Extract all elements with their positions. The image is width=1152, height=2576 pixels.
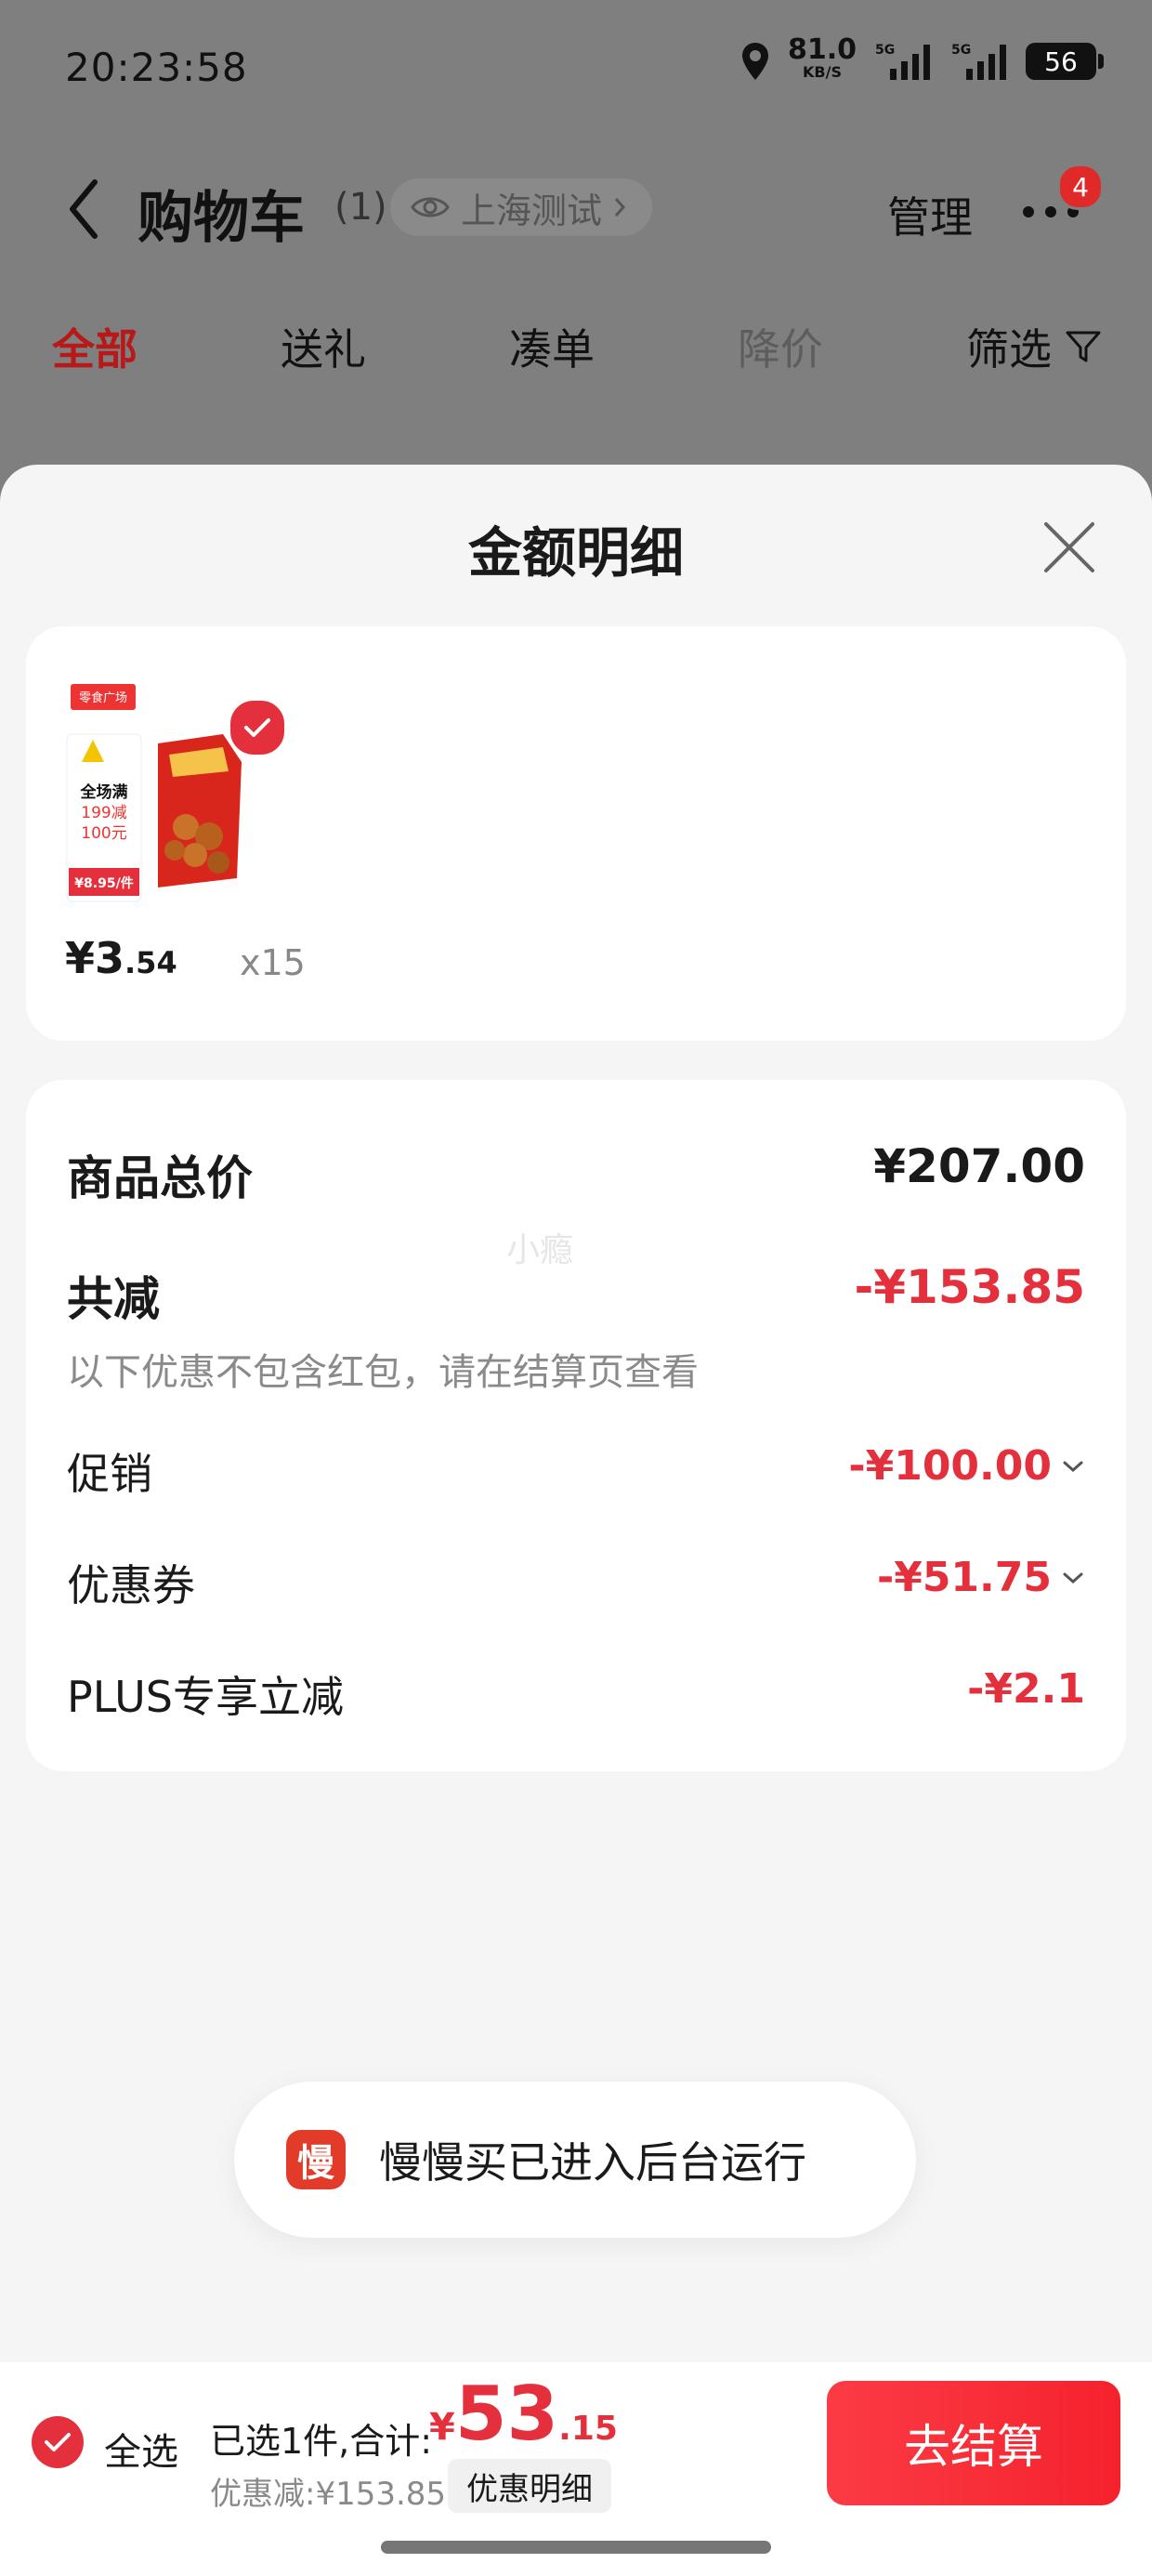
filter-icon [1066,331,1101,362]
select-all-checkbox[interactable] [32,2416,84,2468]
tab-filter-label: 筛选 [966,324,1052,375]
promotion-label: 促销 [67,1449,152,1499]
checkout-button[interactable]: 去结算 [827,2381,1120,2505]
home-indicator[interactable] [381,2541,771,2554]
package-promo-3: 100元 [81,824,126,843]
cart-count: (1) [334,186,387,229]
chevron-right-icon [614,198,626,217]
tab-gift[interactable]: 送礼 [281,316,366,377]
total-price-label: 商品总价 [67,1151,253,1205]
toast: 慢 慢慢买已进入后台运行 [234,2082,916,2238]
signal-icon-2: 5G [951,43,1006,80]
location-label: 上海测试 [461,190,603,231]
package-promo-2: 199减 [81,804,126,822]
tab-all[interactable]: 全部 [52,316,137,377]
notification-badge: 4 [1057,164,1104,210]
app-icon: 慢 [286,2130,346,2189]
discount-note: 以下优惠不包含红包，请在结算页查看 [67,1351,699,1394]
package-brand: 零食广场 [79,690,127,705]
back-icon[interactable] [65,177,102,242]
close-icon[interactable] [1039,517,1100,578]
select-all-label[interactable]: 全选 [104,2422,178,2476]
package-promo-1: 全场满 [80,782,128,802]
manage-button[interactable]: 管理 [887,184,973,245]
location-selector[interactable]: 上海测试 [390,178,653,236]
product-price: ¥3.54 [65,933,177,983]
tab-bundle[interactable]: 凑单 [509,316,595,377]
plus-discount-amount: -¥2.1 [967,1665,1085,1713]
coupon-amount: -¥51.75 [876,1554,1052,1601]
tab-price-drop[interactable]: 降价 [738,316,823,377]
selected-summary: 已选1件,合计: [210,2421,433,2462]
status-time: 20:23:58 [65,45,248,90]
total-price-value: ¥207.00 [873,1139,1085,1193]
signal-icon-1: 5G [875,43,930,80]
package-price: ¥8.95/件 [74,875,133,891]
toast-text: 慢慢买已进入后台运行 [379,2137,806,2188]
status-icons: 81.0 KB/S 5G 5G 56 [740,33,1104,84]
eye-icon [411,197,450,217]
discount-summary: 优惠减:¥153.85 [210,2476,447,2513]
chevron-down-icon [1063,1572,1083,1584]
tab-filter[interactable]: 筛选 [966,316,1102,377]
total-amount: ¥53.15 [429,2371,618,2457]
plus-discount-label: PLUS专享立减 [67,1672,344,1722]
chevron-down-icon [1063,1461,1083,1472]
promotion-amount: -¥100.00 [848,1442,1052,1490]
location-icon [741,43,768,80]
coupon-value[interactable]: -¥51.75 [877,1554,1085,1601]
product-quantity: x15 [240,942,306,983]
promotion-value[interactable]: -¥100.00 [848,1442,1085,1490]
total-reduction-label: 共减 [67,1272,160,1326]
plus-discount-value: -¥2.1 [967,1665,1085,1713]
filter-tabs: 全部 送礼 凑单 降价 筛选 [0,316,1152,390]
selected-check-icon [227,697,288,758]
battery-icon: 56 [1026,43,1104,80]
svg-text:5G: 5G [875,43,895,58]
watermark: 小瘾 [506,1231,574,1269]
discount-detail-button[interactable]: 优惠明细 [448,2459,611,2513]
page-title: 购物车 [137,186,305,251]
svg-text:5G: 5G [951,43,971,58]
coupon-label: 优惠券 [67,1560,195,1610]
sheet-title: 金额明细 [467,521,684,585]
total-reduction-value: -¥153.85 [854,1260,1086,1314]
net-speed: 81.0 KB/S [787,33,857,82]
